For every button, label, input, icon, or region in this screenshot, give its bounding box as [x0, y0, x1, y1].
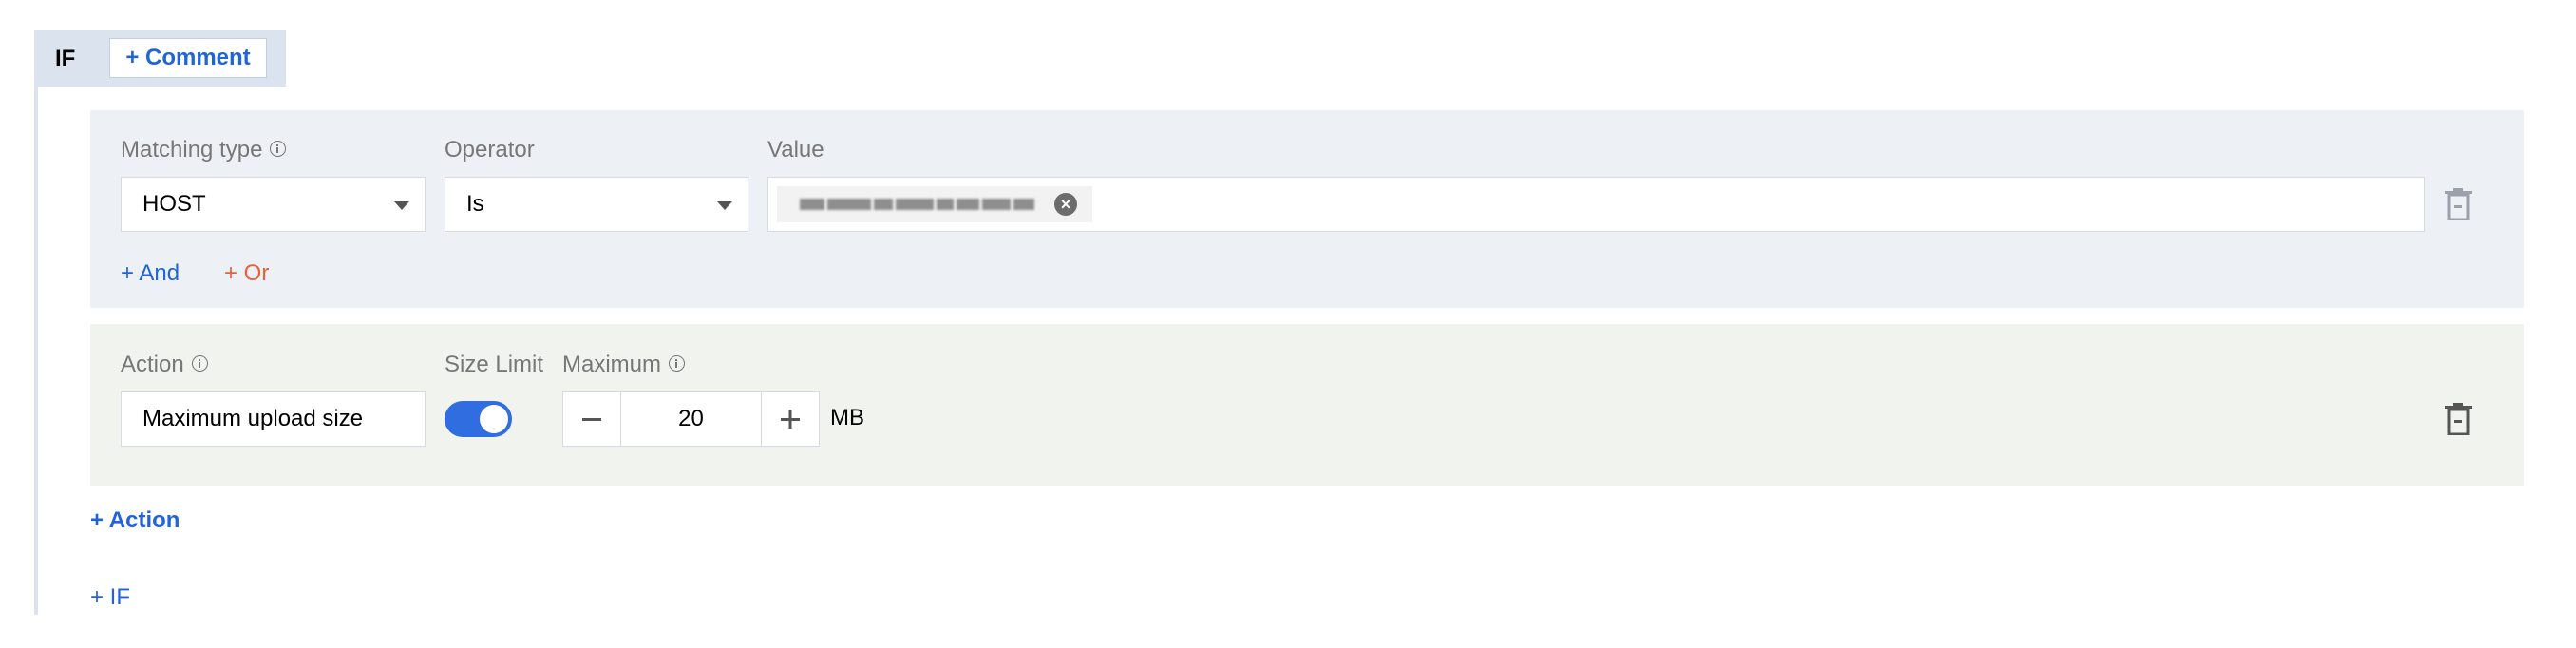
remove-tag-icon[interactable]: ×	[1054, 193, 1077, 216]
operator-select[interactable]: Is	[445, 177, 748, 232]
minus-icon	[582, 418, 601, 421]
action-select[interactable]: Maximum upload size	[121, 391, 426, 447]
add-comment-button[interactable]: + Comment	[109, 38, 267, 78]
comment-button-label: + Comment	[125, 45, 251, 70]
size-limit-label: Size Limit	[445, 352, 544, 377]
matching-type-label-text: Matching type	[121, 137, 263, 162]
info-icon[interactable]	[270, 141, 287, 158]
chevron-down-icon	[394, 201, 409, 210]
if-label: IF	[55, 46, 76, 71]
add-action-link[interactable]: + Action	[90, 507, 180, 534]
matching-type-value: HOST	[142, 191, 206, 217]
if-block-rule	[34, 87, 38, 615]
matching-type-select[interactable]: HOST	[121, 177, 426, 232]
add-and-link[interactable]: + And	[121, 260, 180, 287]
chevron-down-icon	[717, 201, 732, 210]
increment-button[interactable]	[761, 392, 819, 446]
delete-condition-icon[interactable]	[2444, 188, 2472, 220]
maximum-label: Maximum	[562, 352, 686, 378]
value-label: Value	[767, 137, 824, 162]
action-value: Maximum upload size	[142, 406, 364, 431]
maximum-value[interactable]: 20	[620, 392, 762, 446]
maximum-label-text: Maximum	[562, 352, 662, 377]
unit-label: MB	[830, 405, 864, 430]
plus-icon	[781, 410, 800, 429]
action-label-text: Action	[121, 352, 184, 377]
info-icon[interactable]	[669, 355, 686, 372]
info-icon[interactable]	[191, 355, 208, 372]
decrement-button[interactable]	[563, 392, 621, 446]
add-if-link[interactable]: + IF	[90, 584, 130, 611]
add-or-link[interactable]: + Or	[224, 260, 269, 287]
redacted-value	[800, 199, 1034, 210]
maximum-stepper: 20	[562, 391, 820, 447]
action-label: Action	[121, 352, 208, 378]
toggle-knob	[480, 405, 508, 433]
operator-value: Is	[466, 191, 484, 217]
delete-action-icon[interactable]	[2444, 403, 2472, 435]
matching-type-label: Matching type	[121, 137, 287, 163]
value-tag: ×	[777, 186, 1092, 222]
size-limit-toggle[interactable]	[445, 401, 512, 437]
operator-label: Operator	[445, 137, 535, 162]
